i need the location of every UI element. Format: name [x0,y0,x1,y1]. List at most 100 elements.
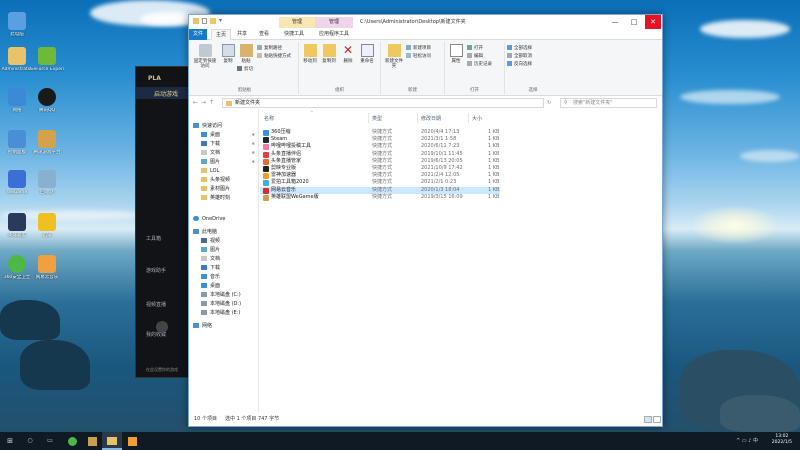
tab-home[interactable]: 主页 [211,29,232,40]
desktop-icon-thunder[interactable]: 迅雷 [30,213,64,238]
tab-shortcut-tools[interactable]: 快捷工具 [280,29,308,40]
nav-this-pc[interactable]: 此电脑 [189,228,259,236]
column-header-type[interactable]: 类型 [372,115,382,122]
file-row[interactable]: 头条直播伴侣 快捷方式 2019/10/1 11:45 1 KB [260,151,500,158]
taskbar-app-explorer[interactable] [102,432,122,450]
nav-music[interactable]: 音乐 [189,273,259,281]
invert-selection-button[interactable]: 反向选择 [507,61,532,68]
nav-toutiao-video[interactable]: 头条视频 [189,176,259,184]
nav-desktop[interactable]: 桌面 ✱ [189,131,259,139]
title-bar[interactable]: ▾ 管理 管理 C:\Users\Administrator\Desktop\新… [189,15,662,29]
paste-button[interactable]: 粘贴 [237,44,255,64]
new-folder-button[interactable]: 新建文件夹 [383,44,405,69]
taskbar-app-client[interactable] [122,432,142,450]
desktop-icon-control-panel[interactable]: 控制面板 [0,130,34,155]
easy-access-button[interactable]: 轻松访问 [406,53,431,60]
desktop-icon-lol[interactable]: 英雄联盟 [0,213,34,238]
column-header-size[interactable]: 大小 [472,115,482,122]
copy-to-button[interactable]: 复制到 [320,44,338,64]
desktop-icon-recycle-bin[interactable]: 回收站 [30,170,64,195]
back-arrow-icon[interactable]: ← [193,99,198,106]
desktop-icon-this-pc[interactable]: 此电脑 [0,12,34,37]
desktop-icon-geforce[interactable]: GeForce Experience [30,47,64,72]
task-view-button[interactable]: ▭ [40,432,60,450]
file-explorer-window[interactable]: ▾ 管理 管理 C:\Users\Administrator\Desktop\新… [188,14,663,427]
desktop-icon-administrator[interactable]: Administrator [0,47,34,72]
nav-disk-c[interactable]: 本地磁盘 (C:) [189,291,259,299]
details-view-icon[interactable] [644,416,652,423]
edit-button[interactable]: 编辑 [467,53,483,60]
file-row[interactable]: 头条直播管家 快捷方式 2019/6/13 20:05 1 KB [260,158,500,165]
file-row[interactable]: 剪映专业版 快捷方式 2021/10/9 17:42 1 KB [260,165,500,172]
column-separator[interactable] [417,113,418,123]
tab-share[interactable]: 共享 [233,29,251,40]
desktop-icon-network[interactable]: 网络 [0,88,34,113]
start-button[interactable]: ⊞ [0,432,20,450]
nav-lol[interactable]: LOL [189,167,259,175]
nav-documents[interactable]: 文档 ✱ [189,149,259,157]
quick-access-toolbar-dropdown-icon[interactable]: ▾ [219,17,222,24]
file-row[interactable]: 360压缩 快捷方式 2020/4/4 17:13 1 KB [260,129,500,136]
copy-path-button[interactable]: 复制路径 [257,45,282,52]
nav-documents-pc[interactable]: 文档 [189,255,259,263]
nav-disk-e[interactable]: 本地磁盘 (E:) [189,309,259,317]
nav-downloads[interactable]: 下载 ✱ [189,140,259,148]
properties-quick-icon[interactable] [202,18,207,24]
minimize-button[interactable]: — [607,15,623,29]
tab-file[interactable]: 文件 [189,29,208,40]
move-to-button[interactable]: 移动到 [301,44,319,64]
refresh-icon[interactable]: ↻ [547,100,551,106]
column-separator[interactable] [368,113,369,123]
nav-desktop-pc[interactable]: 桌面 [189,282,259,290]
nav-network[interactable]: 网络 [189,322,259,330]
taskbar-app-360[interactable] [62,432,82,450]
delete-button[interactable]: ✕ 删除 [339,44,357,65]
file-row[interactable]: 爱拍工具箱2020 快捷方式 2021/2/1 0:23 1 KB [260,179,500,187]
context-tab-manage-2[interactable]: 管理 [315,17,353,28]
nav-pictures[interactable]: 图片 ✱ [189,158,259,166]
select-all-button[interactable]: 全部选择 [507,45,532,52]
copy-button[interactable]: 复制 [219,44,237,64]
nav-onedrive[interactable]: OneDrive [189,215,259,223]
new-item-button[interactable]: 新建项目 [406,45,431,52]
search-input[interactable]: ⚲ 搜索"新建文件夹" [560,98,657,108]
rename-button[interactable]: 重命名 [358,44,376,64]
client-side-item[interactable]: 工具箱 [146,235,161,242]
file-row[interactable]: 英雄联盟WeGame版 快捷方式 2019/3/15 16:09 1 KB [260,194,500,201]
tab-view[interactable]: 查看 [255,29,273,40]
up-arrow-icon[interactable]: ↑ [209,99,214,106]
forward-arrow-icon[interactable]: → [201,99,206,106]
nav-hero-record[interactable]: 英雄时刻 [189,194,259,202]
search-button[interactable]: ○ [20,432,40,450]
nav-quick-access[interactable]: 快速访问 [189,122,259,130]
nav-material-pics[interactable]: 素材图片 [189,185,259,193]
cut-button[interactable]: 剪切 [237,66,253,73]
properties-button[interactable]: 属性 [447,44,465,64]
nav-disk-d[interactable]: 本地磁盘 (D:) [189,300,259,308]
new-folder-quick-icon[interactable] [210,18,216,24]
file-row[interactable]: 网易云音乐 快捷方式 2020/1/3 18:04 1 KB [260,186,500,194]
client-launch-bar[interactable]: 启动游戏 [136,87,196,99]
open-button[interactable]: 打开 [467,45,483,52]
history-button[interactable]: 历史记录 [467,61,492,68]
nav-videos[interactable]: 视频 [189,237,259,245]
taskbar-app-lol[interactable] [82,432,102,450]
column-separator[interactable] [468,113,469,123]
context-tab-manage-1[interactable]: 管理 [279,17,315,28]
paste-shortcut-button[interactable]: 粘贴快捷方式 [257,53,291,60]
desktop-icon-qq[interactable]: 腾讯QQ [30,88,64,113]
client-side-item[interactable]: 视频直播 [146,301,166,308]
maximize-button[interactable]: □ [626,15,642,29]
desktop-icon-360[interactable]: 360安全卫士 [0,255,34,280]
nav-pictures-pc[interactable]: 图片 [189,246,259,254]
desktop-icon-netease-music[interactable]: 网易云音乐 [30,255,64,280]
column-header-date[interactable]: 修改日期 [421,115,441,122]
select-none-button[interactable]: 全部取消 [507,53,532,60]
desktop-icon-tencent-games[interactable]: 腾讯游戏平台 [30,130,64,155]
nav-downloads-pc[interactable]: 下载 [189,264,259,272]
file-row[interactable]: 哔哩哔哩投稿工具 快捷方式 2020/6/11 7:23 1 KB [260,143,500,151]
pin-quick-access-button[interactable]: 固定到快速访问 [193,44,217,69]
clock[interactable]: 13:02 2022/1/5 [772,434,792,446]
desktop-icon-wegame[interactable]: WeGame [0,170,34,195]
tab-app-tools[interactable]: 应用程序工具 [315,29,353,40]
